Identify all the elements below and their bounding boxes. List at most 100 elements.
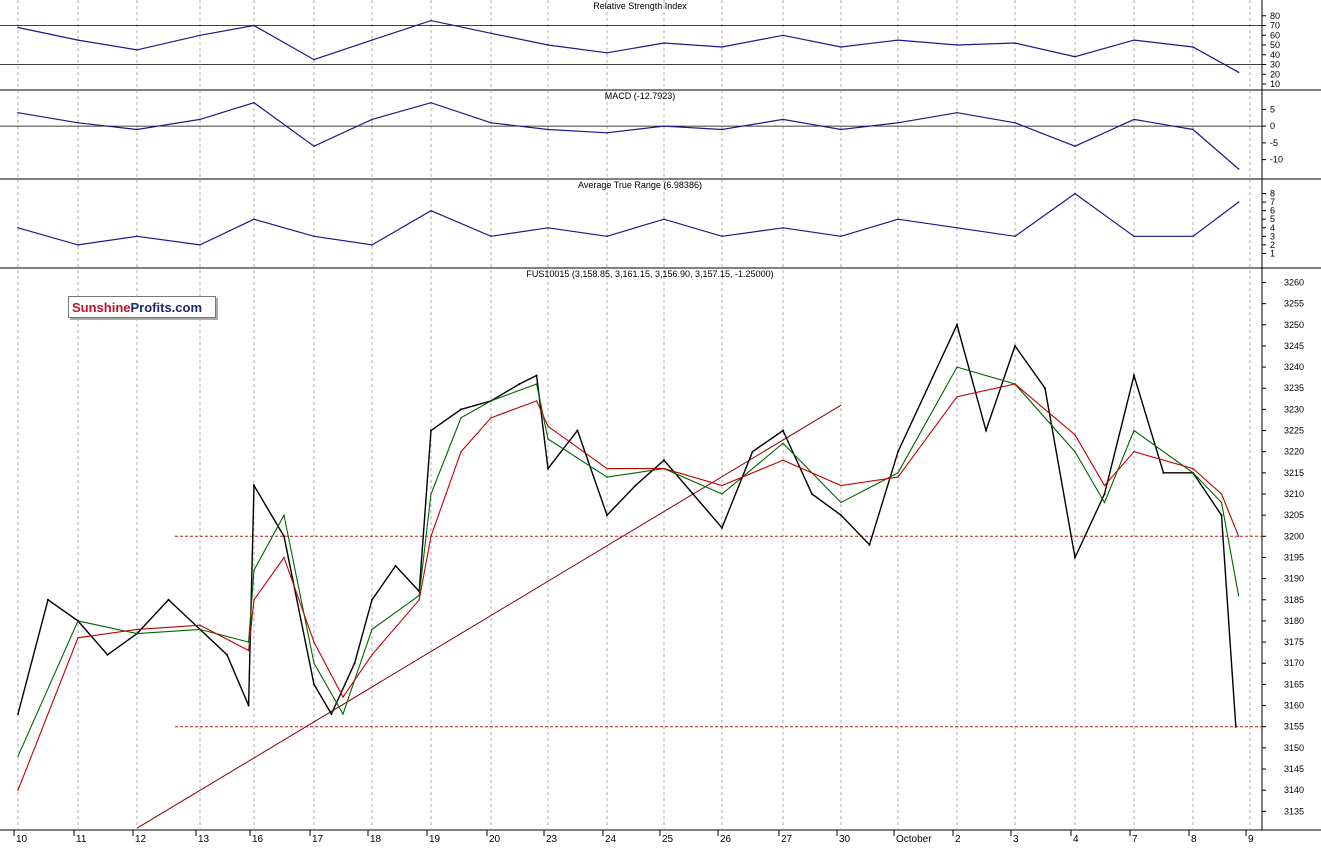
y-tick-label: 3260	[1284, 277, 1304, 287]
data-point	[721, 493, 723, 495]
data-point	[782, 459, 784, 461]
panel-title: FUS10015 (3,158.85, 3,161.15, 3,156.90, …	[526, 269, 773, 279]
data-point	[17, 789, 19, 791]
data-point	[663, 218, 665, 221]
data-point	[535, 374, 538, 377]
y-tick-label: 1	[1270, 248, 1275, 258]
data-point	[1074, 55, 1076, 58]
y-tick-label: 3140	[1284, 785, 1304, 795]
x-tick-label: 12	[135, 834, 147, 844]
data-point	[342, 713, 344, 715]
data-point	[811, 493, 813, 495]
data-point	[136, 632, 138, 635]
data-point	[1074, 192, 1076, 195]
data-point	[253, 599, 255, 601]
data-point	[1074, 450, 1076, 453]
data-point	[606, 514, 608, 517]
data-point	[283, 556, 285, 559]
data-point	[547, 44, 549, 46]
data-point	[199, 628, 201, 631]
data-point	[956, 395, 958, 398]
x-tick-label: 4	[1073, 834, 1079, 844]
data-point	[1133, 39, 1135, 41]
data-point	[751, 450, 754, 453]
data-point	[253, 24, 255, 27]
data-point	[342, 696, 344, 698]
data-point	[1234, 725, 1237, 728]
data-point	[1074, 556, 1076, 559]
data-point	[17, 755, 19, 758]
y-tick-label: 60	[1270, 30, 1280, 40]
data-point	[17, 226, 19, 229]
data-point	[1103, 484, 1106, 487]
x-tick-label: 11	[76, 834, 87, 844]
data-point	[460, 450, 462, 453]
x-tick-label: 27	[781, 834, 793, 844]
data-point	[394, 564, 397, 567]
data-point	[77, 244, 79, 246]
data-point	[897, 450, 899, 453]
data-point	[371, 654, 373, 656]
data-point	[353, 662, 356, 665]
data-point	[47, 598, 49, 601]
data-point	[840, 484, 842, 487]
data-point	[606, 476, 608, 478]
data-point	[1220, 514, 1223, 517]
panel-title: Relative Strength Index	[593, 1, 687, 11]
data-point	[1014, 235, 1016, 238]
data-point	[897, 39, 899, 41]
data-point	[1220, 501, 1223, 504]
data-point	[782, 429, 784, 432]
data-point	[606, 467, 608, 470]
y-tick-label: 3145	[1284, 764, 1304, 774]
data-point	[782, 226, 784, 229]
y-tick-label: 3165	[1284, 679, 1304, 689]
data-point	[313, 145, 315, 148]
data-point	[518, 383, 521, 385]
y-tick-label: 3255	[1284, 299, 1304, 309]
sunshine-profits-logo: SunshineProfits.com	[68, 296, 216, 318]
y-tick-label: -10	[1270, 155, 1283, 165]
data-point	[430, 19, 432, 22]
data-point	[1162, 471, 1165, 474]
data-point	[897, 121, 899, 124]
data-point	[106, 653, 109, 656]
data-point	[167, 598, 170, 601]
data-point	[840, 235, 842, 238]
data-point	[136, 49, 138, 51]
data-point	[460, 417, 462, 419]
y-tick-label: 3215	[1284, 468, 1304, 478]
data-point	[606, 52, 608, 54]
data-point	[430, 101, 432, 104]
data-point	[313, 662, 315, 664]
data-point	[490, 417, 492, 419]
x-tick-label: 23	[546, 834, 558, 844]
x-tick-label: 18	[370, 834, 382, 844]
data-point	[1133, 374, 1135, 377]
data-point	[313, 641, 315, 643]
data-point	[283, 535, 285, 538]
data-point	[313, 235, 315, 238]
data-point	[1192, 235, 1194, 238]
data-point	[418, 599, 420, 601]
x-tick-label: 3	[1013, 834, 1019, 844]
y-tick-label: 20	[1270, 69, 1280, 79]
data-point	[956, 44, 958, 46]
data-point	[840, 128, 842, 131]
data-point	[430, 493, 432, 495]
data-point	[663, 125, 665, 127]
x-tick-label: 24	[605, 834, 617, 844]
data-point	[1014, 344, 1016, 347]
data-point	[606, 132, 608, 134]
data-point	[330, 713, 333, 715]
data-point	[897, 218, 899, 221]
data-point	[1074, 434, 1076, 436]
data-point	[371, 39, 373, 41]
data-point	[692, 493, 694, 495]
chart-canvas: 10 11 12 13 16 17 18 19 20 23 24 25 26 27 30 October 2 3 4…	[0, 0, 1321, 845]
data-point	[1133, 235, 1135, 238]
data-point	[247, 649, 250, 652]
data-point	[460, 408, 462, 411]
x-tick-label: October	[896, 834, 932, 844]
x-tick-label: 26	[720, 834, 732, 844]
